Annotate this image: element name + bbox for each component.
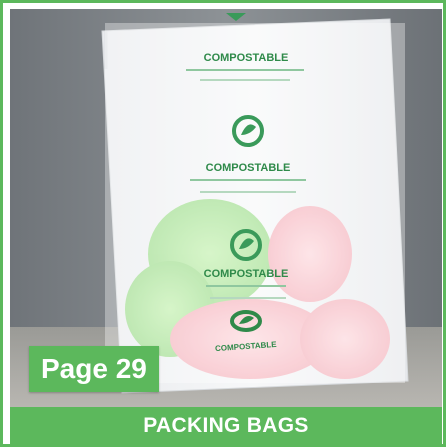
bag-fineprint-line bbox=[200, 79, 290, 81]
bag-label-lower: COMPOSTABLE bbox=[204, 268, 289, 280]
bag-fineprint-line bbox=[200, 191, 296, 193]
bag-label-middle: COMPOSTABLE bbox=[206, 162, 291, 174]
catalog-card[interactable]: COMPOSTABLE COMPOSTABLE COMPOSTABLE COMP… bbox=[0, 0, 446, 447]
bag-fineprint-line bbox=[210, 297, 286, 299]
category-title[interactable]: PACKING BAGS bbox=[10, 407, 442, 444]
bag-tagline-line bbox=[190, 179, 306, 181]
bag-tagline-line bbox=[206, 285, 286, 287]
bag-tagline-line bbox=[186, 69, 304, 71]
bag-label-top: COMPOSTABLE bbox=[204, 52, 289, 64]
page-badge[interactable]: Page 29 bbox=[29, 346, 159, 392]
